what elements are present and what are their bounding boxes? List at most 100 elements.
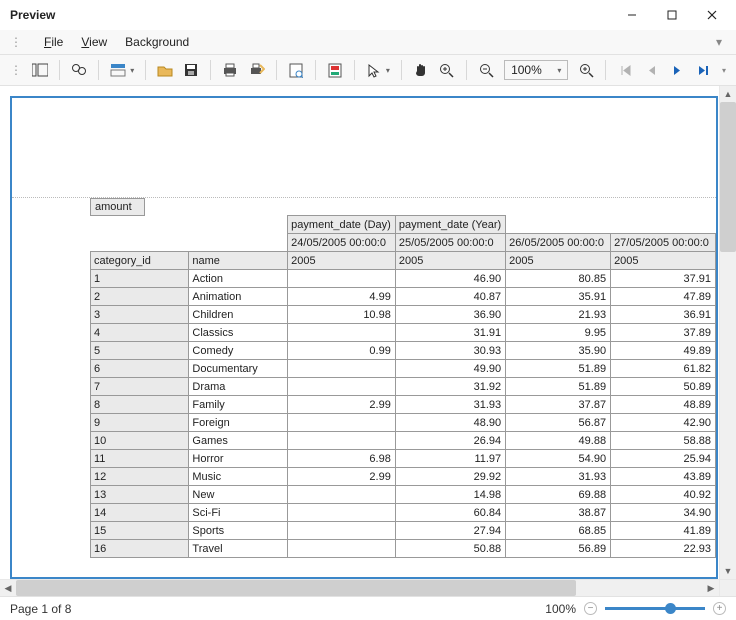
table-row: 1Action46.9080.8537.91 (91, 270, 716, 288)
cell-value: 37.89 (611, 324, 716, 342)
cell-value: 43.89 (611, 468, 716, 486)
cell-value (288, 414, 396, 432)
date-header: 25/05/2005 00:00:0 (395, 234, 505, 252)
cell-value: 29.92 (395, 468, 505, 486)
menu-file[interactable]: File (44, 35, 63, 49)
zoom-in-button[interactable]: + (713, 602, 726, 615)
toolbar: ⋮ ▾ ▾ 100% ▾ ▾ (0, 54, 736, 86)
thumbnails-icon[interactable] (32, 61, 48, 79)
cell-value: 26.94 (395, 432, 505, 450)
menu-overflow[interactable]: ▾ (716, 35, 726, 49)
menu-background[interactable]: Background (125, 35, 189, 49)
maximize-button[interactable] (652, 1, 692, 29)
hand-icon[interactable] (413, 61, 429, 79)
scroll-down-icon[interactable]: ▼ (720, 563, 736, 579)
table-row: 14Sci-Fi60.8438.8734.90 (91, 504, 716, 522)
cell-value: 69.88 (506, 486, 611, 504)
titlebar: Preview (0, 0, 736, 30)
cell-category-id: 9 (91, 414, 189, 432)
cell-category-name: Documentary (189, 360, 288, 378)
pointer-icon[interactable] (366, 61, 382, 79)
zoom-in-magnifier-icon[interactable] (439, 61, 455, 79)
pointer-dropdown[interactable]: ▾ (386, 66, 390, 75)
first-page-icon[interactable] (617, 61, 633, 79)
cell-value: 51.89 (506, 360, 611, 378)
col-header-day: payment_date (Day) (288, 216, 396, 234)
chevron-down-icon: ▾ (557, 66, 561, 75)
cell-category-name: Children (189, 306, 288, 324)
quick-print-icon[interactable] (249, 61, 265, 79)
open-icon[interactable] (157, 61, 173, 79)
cell-value: 36.90 (395, 306, 505, 324)
cell-value: 10.98 (288, 306, 396, 324)
cell-value: 40.92 (611, 486, 716, 504)
year-header: 2005 (395, 252, 505, 270)
prev-page-icon[interactable] (644, 61, 660, 79)
cell-category-name: Foreign (189, 414, 288, 432)
last-page-icon[interactable] (696, 61, 712, 79)
scroll-thumb-h[interactable] (16, 580, 576, 596)
table-row: 13New14.9869.8840.92 (91, 486, 716, 504)
year-header: 2005 (288, 252, 396, 270)
year-header: 2005 (506, 252, 611, 270)
scroll-up-icon[interactable]: ▲ (720, 86, 736, 102)
cell-value: 35.91 (506, 288, 611, 306)
cell-value: 48.89 (611, 396, 716, 414)
cell-value: 27.94 (395, 522, 505, 540)
page: amount payment_date (Day)payment_date (Y… (10, 96, 718, 579)
cell-category-id: 14 (91, 504, 189, 522)
zoom-out-button[interactable]: − (584, 602, 597, 615)
scroll-right-icon[interactable]: ▶ (703, 580, 719, 596)
toolbar-grip[interactable]: ⋮ (10, 63, 22, 77)
zoom-in-icon[interactable] (578, 61, 594, 79)
cell-value: 50.89 (611, 378, 716, 396)
close-button[interactable] (692, 1, 732, 29)
scroll-left-icon[interactable]: ◀ (0, 580, 16, 596)
cell-value (288, 378, 396, 396)
cell-value: 47.89 (611, 288, 716, 306)
cell-value: 38.87 (506, 504, 611, 522)
edit-page-icon[interactable] (327, 61, 343, 79)
zoom-out-magnifier-icon[interactable] (478, 61, 494, 79)
cell-value: 56.87 (506, 414, 611, 432)
scroll-thumb-v[interactable] (720, 102, 736, 252)
cell-category-name: Comedy (189, 342, 288, 360)
cell-category-id: 16 (91, 540, 189, 558)
zoom-combo[interactable]: 100% ▾ (504, 60, 568, 80)
customize-dropdown[interactable]: ▾ (130, 66, 134, 75)
window-title: Preview (10, 8, 55, 22)
menu-view[interactable]: View (81, 35, 107, 49)
table-row: 2Animation4.9940.8735.9147.89 (91, 288, 716, 306)
cell-value (288, 504, 396, 522)
cell-value: 4.99 (288, 288, 396, 306)
save-icon[interactable] (183, 61, 199, 79)
find-icon[interactable] (71, 61, 87, 79)
cell-category-id: 4 (91, 324, 189, 342)
zoom-slider-knob[interactable] (665, 603, 676, 614)
cell-category-name: Sci-Fi (189, 504, 288, 522)
toolbar-overflow[interactable]: ▾ (722, 66, 726, 75)
cell-value: 41.89 (611, 522, 716, 540)
page-setup-icon[interactable] (288, 61, 304, 79)
zoom-slider[interactable] (605, 607, 705, 610)
cell-category-name: Action (189, 270, 288, 288)
table-row: 8Family2.9931.9337.8748.89 (91, 396, 716, 414)
cell-value: 2.99 (288, 468, 396, 486)
vertical-scrollbar[interactable]: ▲ ▼ (719, 86, 736, 579)
minimize-button[interactable] (612, 1, 652, 29)
cell-value: 60.84 (395, 504, 505, 522)
cell-category-id: 12 (91, 468, 189, 486)
horizontal-scrollbar[interactable]: ◀ ▶ (0, 579, 736, 596)
customize-icon[interactable] (110, 61, 126, 79)
cell-category-name: Family (189, 396, 288, 414)
cell-category-id: 11 (91, 450, 189, 468)
cell-value (288, 486, 396, 504)
menu-grip[interactable]: ⋮ (10, 35, 22, 49)
cell-value: 40.87 (395, 288, 505, 306)
next-page-icon[interactable] (670, 61, 686, 79)
zoom-value: 100% (511, 63, 542, 77)
table-row: 3Children10.9836.9021.9336.91 (91, 306, 716, 324)
cell-category-name: Drama (189, 378, 288, 396)
print-icon[interactable] (222, 61, 238, 79)
cell-category-name: Classics (189, 324, 288, 342)
